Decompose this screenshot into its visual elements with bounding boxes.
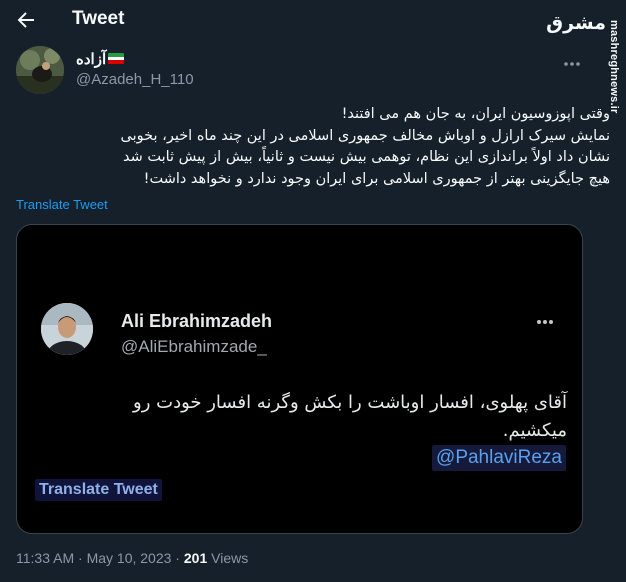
embedded-line: آقای پهلوی، افسار اوباشت را بکش وگرنه اف…	[133, 392, 567, 413]
tweet-time[interactable]: 11:33 AM	[16, 550, 74, 566]
author-handle[interactable]: @Azadeh_H_110	[76, 71, 194, 88]
tweet-meta: 11:33 AM · May 10, 2023 · 201 Views	[16, 550, 248, 566]
tweet-media-image[interactable]: Ali Ebrahimzadeh @AliEbrahimzade_ آقای پ…	[16, 224, 583, 534]
views-count: 201	[183, 550, 208, 566]
embedded-avatar	[41, 303, 93, 355]
author-avatar[interactable]	[16, 46, 64, 94]
tweet-line: وقتی اپوزوسیون ایران، به جان هم می افتند…	[341, 106, 610, 122]
tweet-line: نمایش سیرک ارازل و اوباش مخالف جمهوری اس…	[120, 127, 610, 144]
embedded-mention: @PahlaviReza	[432, 445, 566, 471]
watermark-site: mashreghnews.ir	[608, 20, 620, 114]
more-options-icon[interactable]	[558, 55, 586, 73]
top-bar: Tweet	[0, 0, 626, 40]
page-title: Tweet	[72, 8, 125, 29]
meta-separator: ·	[74, 550, 87, 566]
watermark-logo: مشرق	[546, 12, 606, 34]
embedded-more-icon	[537, 320, 553, 324]
embedded-line: میکشیم.	[502, 420, 567, 441]
tweet-line: هیچ جایگزینی بهتر از جمهوری اسلامی برای …	[143, 170, 610, 187]
tweet-date[interactable]: May 10, 2023	[87, 550, 172, 566]
views-label: Views	[211, 550, 249, 566]
tweet-line: نشان داد اولاً براندازی این نظام، توهمی …	[122, 149, 610, 165]
embedded-author-handle: @AliEbrahimzade_	[121, 337, 267, 356]
meta-separator: ·	[171, 550, 184, 566]
embedded-author-name: Ali Ebrahimzadeh	[121, 311, 273, 331]
back-arrow-icon[interactable]	[14, 8, 38, 32]
embedded-tweet-text: آقای پهلوی، افسار اوباشت را بکش وگرنه اف…	[77, 389, 567, 445]
iran-flag-icon	[108, 53, 124, 64]
author-display-name[interactable]: آزاده	[76, 50, 106, 68]
embedded-translate-label: Translate Tweet	[35, 479, 162, 501]
translate-tweet-link[interactable]: Translate Tweet	[16, 197, 108, 212]
tweet-text: وقتی اپوزوسیون ایران، به جان هم می افتند…	[16, 104, 610, 190]
